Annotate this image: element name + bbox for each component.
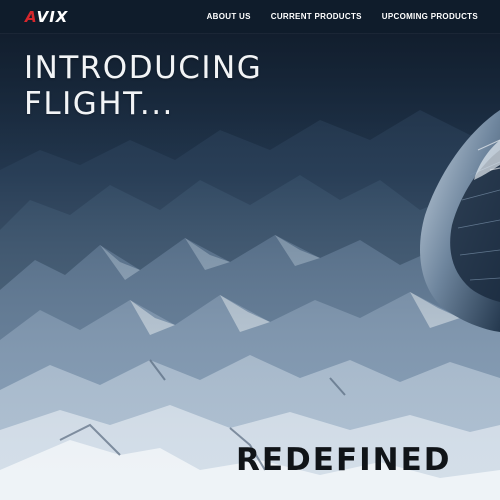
hero-headline: INTRODUCING FLIGHT...: [24, 50, 262, 122]
nav-upcoming-products[interactable]: UPCOMING PRODUCTS: [382, 12, 478, 21]
headline-line-1: INTRODUCING: [24, 50, 263, 86]
logo-text: VIX: [36, 8, 69, 26]
avix-logo[interactable]: AVIX: [25, 8, 68, 26]
headline-line-2: FLIGHT...: [24, 86, 174, 122]
nav-links: ABOUT US CURRENT PRODUCTS UPCOMING PRODU…: [207, 12, 478, 21]
hero-tagline: REDEFINED: [236, 442, 452, 478]
nav-about-us[interactable]: ABOUT US: [207, 12, 251, 21]
nav-current-products[interactable]: CURRENT PRODUCTS: [271, 12, 362, 21]
top-navbar: AVIX ABOUT US CURRENT PRODUCTS UPCOMING …: [0, 0, 500, 33]
logo-letter-a: A: [25, 8, 37, 26]
